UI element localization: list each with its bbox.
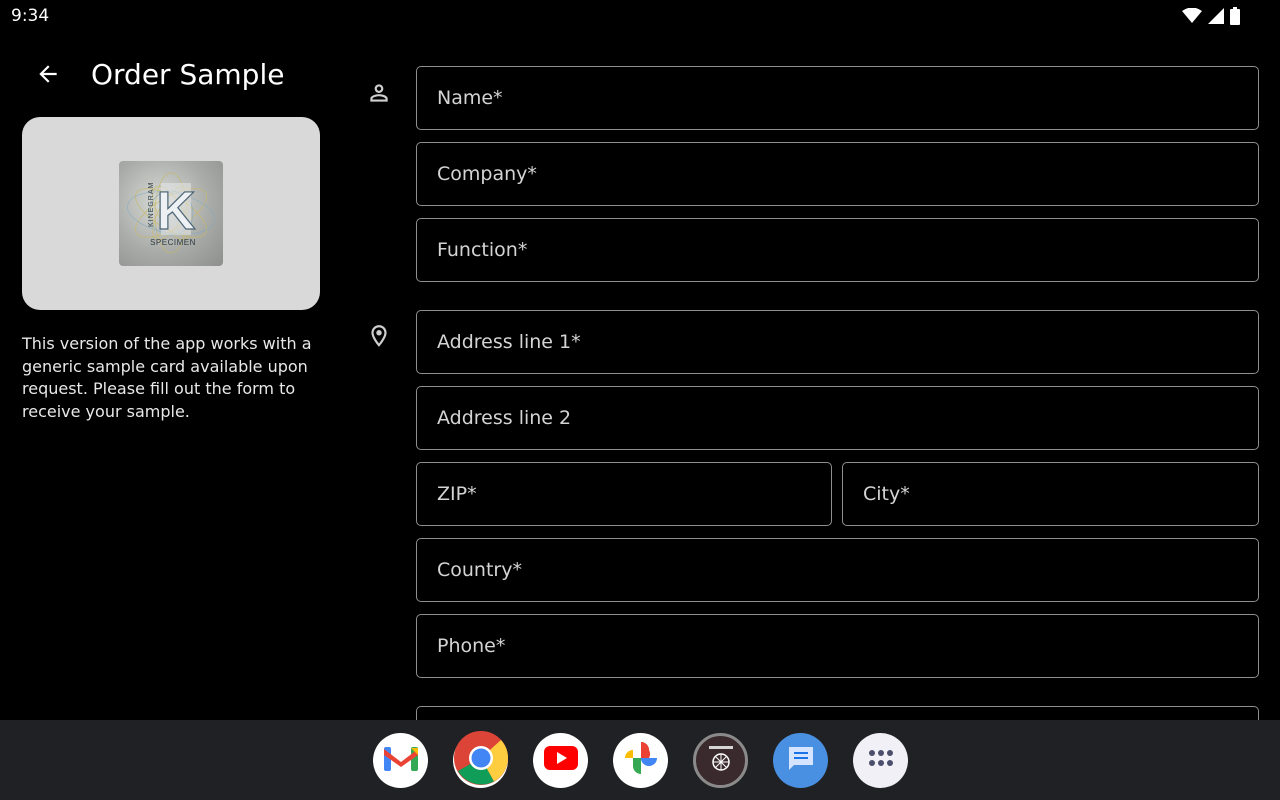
city-field[interactable] [842,462,1259,526]
name-field[interactable] [416,66,1259,130]
gmail-icon [383,745,418,776]
cell-signal-icon [1208,8,1224,29]
city-input[interactable] [843,463,1258,525]
specimen-letter: K [157,181,196,241]
address-line-1-input[interactable] [417,311,1258,373]
youtube-app[interactable] [533,733,588,788]
address-line-2-input[interactable] [417,387,1258,449]
address-line-2-field[interactable] [416,386,1259,450]
photos-app[interactable] [613,733,668,788]
address-line-1-field[interactable] [416,310,1259,374]
specimen-side-text: KINEGRAM [148,182,155,227]
status-time: 9:34 [11,6,50,26]
function-field[interactable] [416,218,1259,282]
specimen-bottom-text: SPECIMEN [150,238,196,247]
phone-input[interactable] [417,615,1258,677]
location-pin-icon [366,323,392,354]
arrow-left-icon [35,61,61,92]
sample-card-image: K KINEGRAM SPECIMEN [22,117,320,310]
description-text: This version of the app works with a gen… [22,334,312,421]
battery-icon [1230,7,1240,30]
back-button[interactable] [28,58,68,94]
status-bar: 9:34 [0,0,1280,32]
address-section-icon [364,323,394,353]
zip-input[interactable] [417,463,831,525]
company-field[interactable] [416,142,1259,206]
country-field[interactable] [416,538,1259,602]
kinegram-app-icon [701,738,741,783]
photos-icon [623,740,659,781]
messages-app[interactable] [773,733,828,788]
youtube-icon [543,746,578,775]
country-input[interactable] [417,539,1258,601]
phone-field[interactable] [416,614,1259,678]
app-drawer-icon [867,748,895,773]
company-input[interactable] [417,143,1258,205]
gmail-app[interactable] [373,733,428,788]
kinegram-app[interactable] [693,733,748,788]
function-input[interactable] [417,219,1258,281]
person-section-icon [364,80,394,110]
app-drawer-button[interactable] [853,733,908,788]
chrome-app[interactable] [453,731,508,790]
name-input[interactable] [417,67,1258,129]
kinegram-specimen-image: K KINEGRAM SPECIMEN [119,161,223,266]
zip-field[interactable] [416,462,832,526]
wifi-icon [1182,7,1202,29]
messages-icon [786,744,816,777]
person-icon [366,80,392,111]
status-icons [1182,7,1240,30]
chrome-icon [453,731,508,790]
page-title: Order Sample [91,58,285,91]
